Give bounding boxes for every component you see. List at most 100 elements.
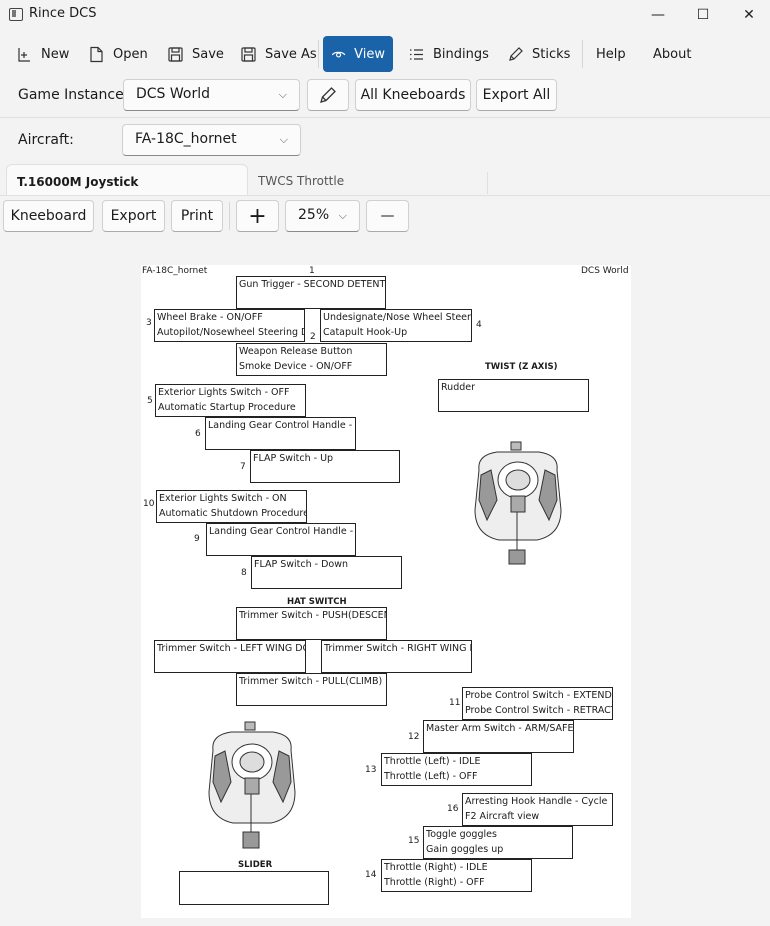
binding-line: Master Arm Switch - ARM/SAFE	[426, 723, 573, 734]
new-button[interactable]: New	[8, 36, 77, 72]
view-label: View	[354, 46, 385, 62]
minimize-button[interactable]: —	[635, 0, 681, 30]
game-instance-select[interactable]: DCS World ⌵	[123, 79, 300, 111]
binding-box-hat-right: Trimmer Switch - RIGHT WING DO	[321, 640, 472, 673]
chevron-down-icon: ⌵	[278, 88, 287, 101]
main-toolbar: New Open Save Save As View Bindings Stic…	[0, 36, 770, 74]
bindings-button[interactable]: Bindings	[400, 36, 497, 72]
binding-line: Throttle (Right) - OFF	[384, 877, 485, 888]
binding-box-10: Exterior Lights Switch - ON Automatic Sh…	[156, 490, 307, 523]
binding-box-9: Landing Gear Control Handle - DO	[206, 523, 356, 556]
help-label: Help	[596, 46, 626, 62]
binding-line: Landing Gear Control Handle - DO	[209, 526, 355, 537]
aircraft-select[interactable]: FA-18C_hornet ⌵	[122, 124, 301, 156]
sheet-aircraft: FA-18C_hornet	[142, 266, 208, 276]
tab-label: T.16000M Joystick	[17, 175, 139, 189]
binding-box-14: Throttle (Right) - IDLE Throttle (Right)…	[381, 859, 532, 892]
binding-line: Catapult Hook-Up	[323, 327, 408, 338]
toolbar-divider	[229, 202, 230, 230]
hat-caption: HAT SWITCH	[287, 597, 347, 607]
binding-line: Toggle goggles	[426, 829, 497, 840]
open-button[interactable]: Open	[80, 36, 156, 72]
game-instance-label: Game Instance:	[18, 87, 129, 103]
title-bar: Rince DCS — ☐ ✕	[0, 0, 770, 30]
divider	[0, 117, 770, 118]
all-kneeboards-button[interactable]: All Kneeboards	[355, 79, 471, 111]
binding-box-6: Landing Gear Control Handle - UP	[205, 417, 356, 450]
aircraft-value: FA-18C_hornet	[135, 131, 237, 147]
kneeboard-page: FA-18C_hornet DCS World 1 Gun Trigger - …	[141, 265, 631, 918]
binding-box-3: Wheel Brake - ON/OFF Autopilot/Nosewheel…	[154, 309, 305, 342]
binding-line: Autopilot/Nosewheel Steering Dis	[157, 327, 304, 338]
zoom-out-button[interactable]: —	[366, 200, 409, 232]
binding-line: Trimmer Switch - PULL(CLIMB)	[239, 676, 383, 687]
binding-line: F2 Aircraft view	[465, 811, 540, 822]
binding-line: FLAP Switch - Up	[253, 453, 334, 464]
binding-line: Weapon Release Button	[239, 346, 353, 357]
button-number: 11	[449, 698, 461, 708]
binding-box-8: FLAP Switch - Down	[251, 556, 402, 589]
instance-row: Game Instance: DCS World ⌵ All Kneeboard…	[0, 78, 770, 114]
binding-line: Wheel Brake - ON/OFF	[157, 312, 263, 323]
binding-box-hat-down: Trimmer Switch - PULL(CLIMB)	[236, 673, 387, 706]
view-button[interactable]: View	[323, 36, 393, 72]
throttle-diagram-icon	[208, 721, 296, 849]
app-icon	[9, 8, 23, 21]
new-file-icon	[18, 47, 30, 62]
binding-line: Throttle (Left) - OFF	[384, 771, 478, 782]
button-number: 12	[408, 732, 420, 742]
zoom-select[interactable]: 25% ⌵	[285, 200, 360, 232]
button-number: 4	[476, 320, 482, 330]
button-number: 2	[310, 332, 316, 342]
binding-line: Trimmer Switch - RIGHT WING DO	[324, 643, 471, 654]
button-number: 6	[195, 429, 201, 439]
button-number: 1	[309, 266, 315, 276]
binding-box-13: Throttle (Left) - IDLE Throttle (Left) -…	[381, 753, 532, 786]
maximize-button[interactable]: ☐	[680, 0, 726, 30]
binding-line: FLAP Switch - Down	[254, 559, 349, 570]
binding-box-hat-up: Trimmer Switch - PUSH(DESCEND	[236, 607, 387, 640]
export-button[interactable]: Export	[102, 200, 165, 232]
binding-box-7: FLAP Switch - Up	[250, 450, 400, 483]
game-instance-value: DCS World	[136, 86, 211, 102]
kneeboard-button[interactable]: Kneeboard	[3, 200, 94, 232]
binding-line: Trimmer Switch - PUSH(DESCEND	[239, 610, 386, 621]
binding-line: Undesignate/Nose Wheel Steer Sw	[323, 312, 471, 323]
help-button[interactable]: Help	[588, 36, 634, 72]
chevron-down-icon: ⌵	[279, 133, 288, 146]
sticks-button[interactable]: Sticks	[499, 36, 578, 72]
binding-line: Trimmer Switch - LEFT WING DOW	[157, 643, 305, 654]
device-tabs: T.16000M Joystick TWCS Throttle	[0, 164, 770, 196]
about-button[interactable]: About	[645, 36, 699, 72]
about-label: About	[653, 46, 692, 62]
binding-box-1: Gun Trigger - SECOND DETENT (P	[236, 276, 386, 309]
button-number: 9	[194, 534, 200, 544]
binding-line: Throttle (Right) - IDLE	[384, 862, 488, 873]
chevron-down-icon: ⌵	[338, 209, 347, 222]
print-button[interactable]: Print	[171, 200, 223, 232]
binding-line: Probe Control Switch - EXTEND	[465, 690, 612, 701]
tab-joystick[interactable]: T.16000M Joystick	[6, 164, 248, 196]
zoom-in-button[interactable]: +	[236, 200, 279, 232]
toolbar-divider	[582, 40, 583, 68]
list-icon	[410, 48, 423, 60]
view-toolbar: Kneeboard Export Print + 25% ⌵ —	[0, 200, 770, 234]
binding-line: Probe Control Switch - RETRACT	[465, 705, 612, 716]
binding-box-4: Undesignate/Nose Wheel Steer Sw Catapult…	[320, 309, 472, 342]
binding-line: Arresting Hook Handle - Cycle	[465, 796, 608, 807]
binding-box-11: Probe Control Switch - EXTEND Probe Cont…	[462, 687, 613, 720]
binding-box-hat-left: Trimmer Switch - LEFT WING DOW	[154, 640, 306, 673]
sheet-game: DCS World	[581, 266, 629, 276]
close-window-button[interactable]: ✕	[726, 0, 770, 30]
binding-line: Exterior Lights Switch - ON	[159, 493, 287, 504]
binding-line: Automatic Shutdown Procedure	[159, 508, 306, 519]
edit-instance-button[interactable]	[307, 79, 349, 111]
binding-line: Landing Gear Control Handle - UP	[208, 420, 355, 431]
export-all-button[interactable]: Export All	[476, 79, 557, 111]
binding-box-12: Master Arm Switch - ARM/SAFE	[423, 720, 574, 753]
save-button[interactable]: Save	[159, 36, 232, 72]
tab-throttle[interactable]: TWCS Throttle	[248, 172, 488, 194]
binding-line: Throttle (Left) - IDLE	[384, 756, 481, 767]
binding-line: Smoke Device - ON/OFF	[239, 361, 353, 372]
save-as-button[interactable]: Save As	[232, 36, 325, 72]
